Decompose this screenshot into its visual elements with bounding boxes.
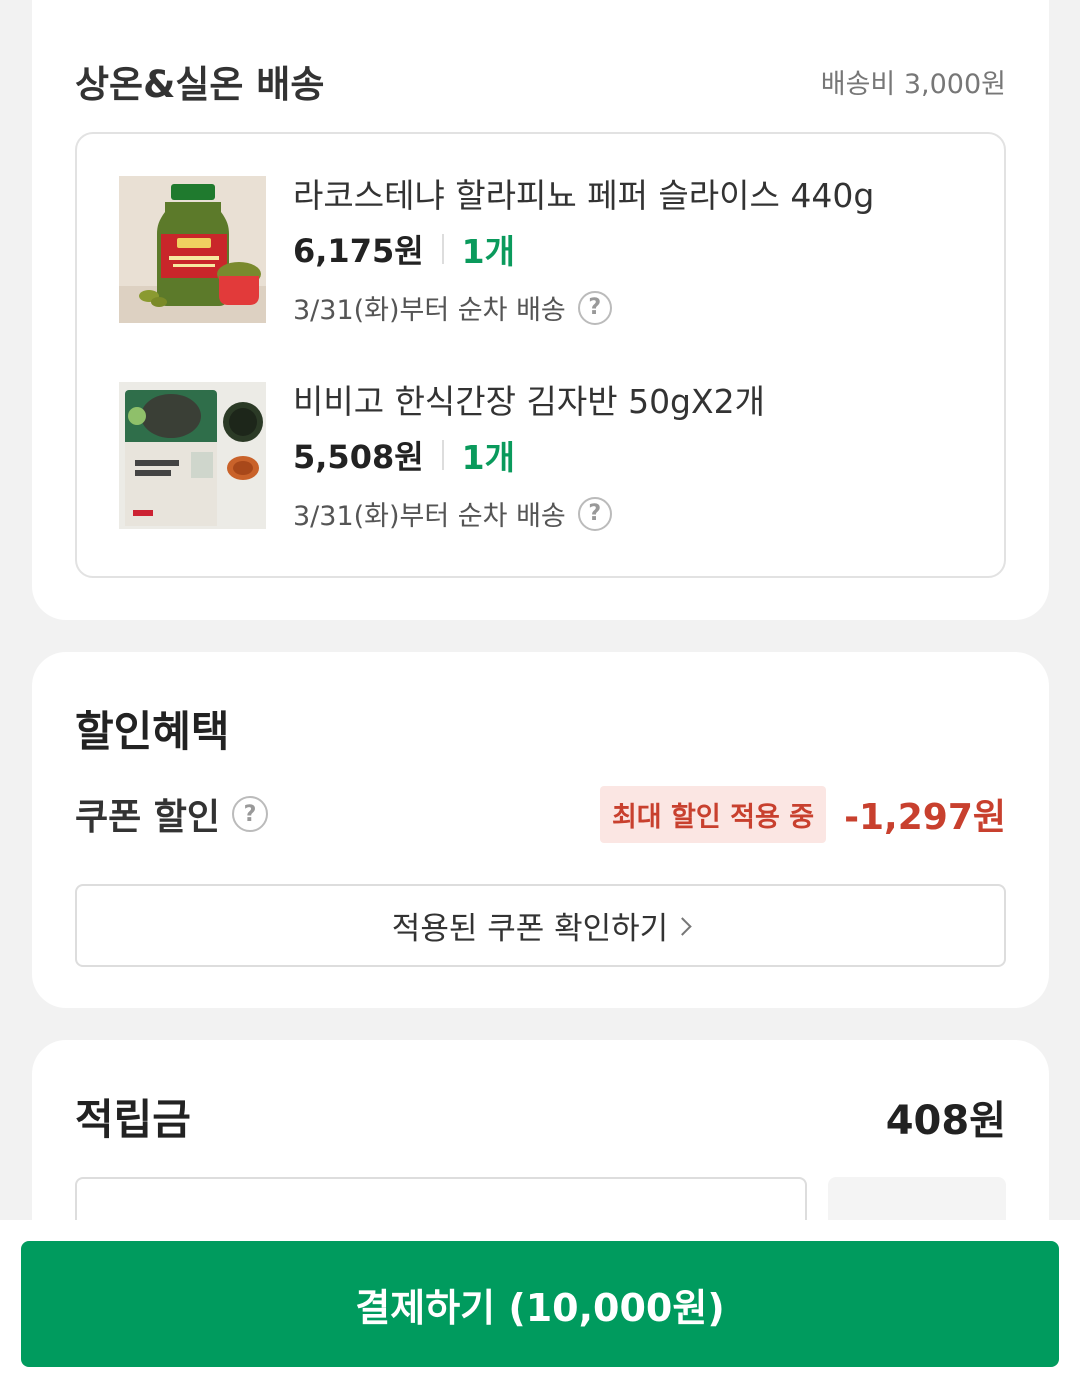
item-info: 라코스테냐 할라피뇨 페퍼 슬라이스 440g 6,175원 1개 3/31(화…: [293, 176, 874, 327]
shipping-fee: 배송비 3,000원: [820, 68, 1006, 100]
shipping-header: 상온&실온 배송 배송비 3,000원: [75, 54, 1006, 108]
item-delivery-date: 3/31(화)부터 순차 배송: [293, 295, 566, 326]
divider: [441, 440, 444, 470]
coupon-amount: -1,297원: [844, 797, 1006, 838]
item-price-row: 6,175원 1개: [293, 228, 874, 271]
pay-button[interactable]: 결제하기 (10,000원): [21, 1241, 1059, 1367]
order-item: 비비고 한식간장 김자반 50gX2개 5,508원 1개 3/31(화)부터 …: [119, 382, 969, 532]
order-item: 라코스테냐 할라피뇨 페퍼 슬라이스 440g 6,175원 1개 3/31(화…: [119, 176, 969, 326]
points-amount: 408원: [885, 1098, 1006, 1144]
chevron-right-icon: [673, 917, 692, 936]
order-items-box: 라코스테냐 할라피뇨 페퍼 슬라이스 440g 6,175원 1개 3/31(화…: [75, 132, 1006, 578]
coupon-discount-row: 쿠폰 할인 ? 최대 할인 적용 중 -1,297원: [75, 785, 1006, 843]
item-info: 비비고 한식간장 김자반 50gX2개 5,508원 1개 3/31(화)부터 …: [293, 382, 765, 533]
max-discount-badge: 최대 할인 적용 중: [599, 785, 827, 843]
view-coupons-label: 적용된 쿠폰 확인하기: [391, 911, 669, 947]
item-delivery-row: 3/31(화)부터 순차 배송 ?: [293, 288, 874, 327]
divider: [441, 234, 444, 264]
item-price: 5,508원: [293, 438, 424, 476]
item-quantity: 1개: [461, 438, 515, 477]
item-quantity: 1개: [461, 232, 515, 271]
product-image-seaweed[interactable]: [119, 382, 266, 529]
checkout-bar: 결제하기 (10,000원): [0, 1220, 1080, 1387]
question-icon[interactable]: ?: [232, 796, 269, 832]
item-delivery-row: 3/31(화)부터 순차 배송 ?: [293, 494, 765, 533]
item-price: 6,175원: [293, 232, 424, 270]
points-title: 적립금: [75, 1095, 191, 1144]
view-applied-coupons-button[interactable]: 적용된 쿠폰 확인하기: [75, 884, 1006, 967]
coupon-summary: 최대 할인 적용 중 -1,297원: [599, 785, 1006, 843]
item-delivery-date: 3/31(화)부터 순차 배송: [293, 501, 566, 532]
question-icon[interactable]: ?: [577, 496, 612, 531]
discount-title: 할인혜택: [75, 707, 230, 756]
question-icon[interactable]: ?: [577, 290, 612, 325]
item-name[interactable]: 비비고 한식간장 김자반 50gX2개: [293, 382, 765, 422]
item-price-row: 5,508원 1개: [293, 434, 765, 477]
product-image-jalapeno[interactable]: [119, 176, 266, 323]
discount-card: 할인혜택 쿠폰 할인 ? 최대 할인 적용 중 -1,297원 적용된 쿠폰 확…: [32, 652, 1049, 1008]
shipping-card: 상온&실온 배송 배송비 3,000원 라코스테냐 할라피뇨 페퍼 슬라이스 4…: [32, 0, 1049, 620]
shipping-title: 상온&실온 배송: [75, 63, 325, 106]
coupon-label: 쿠폰 할인: [75, 797, 221, 838]
item-name[interactable]: 라코스테냐 할라피뇨 페퍼 슬라이스 440g: [293, 176, 874, 216]
